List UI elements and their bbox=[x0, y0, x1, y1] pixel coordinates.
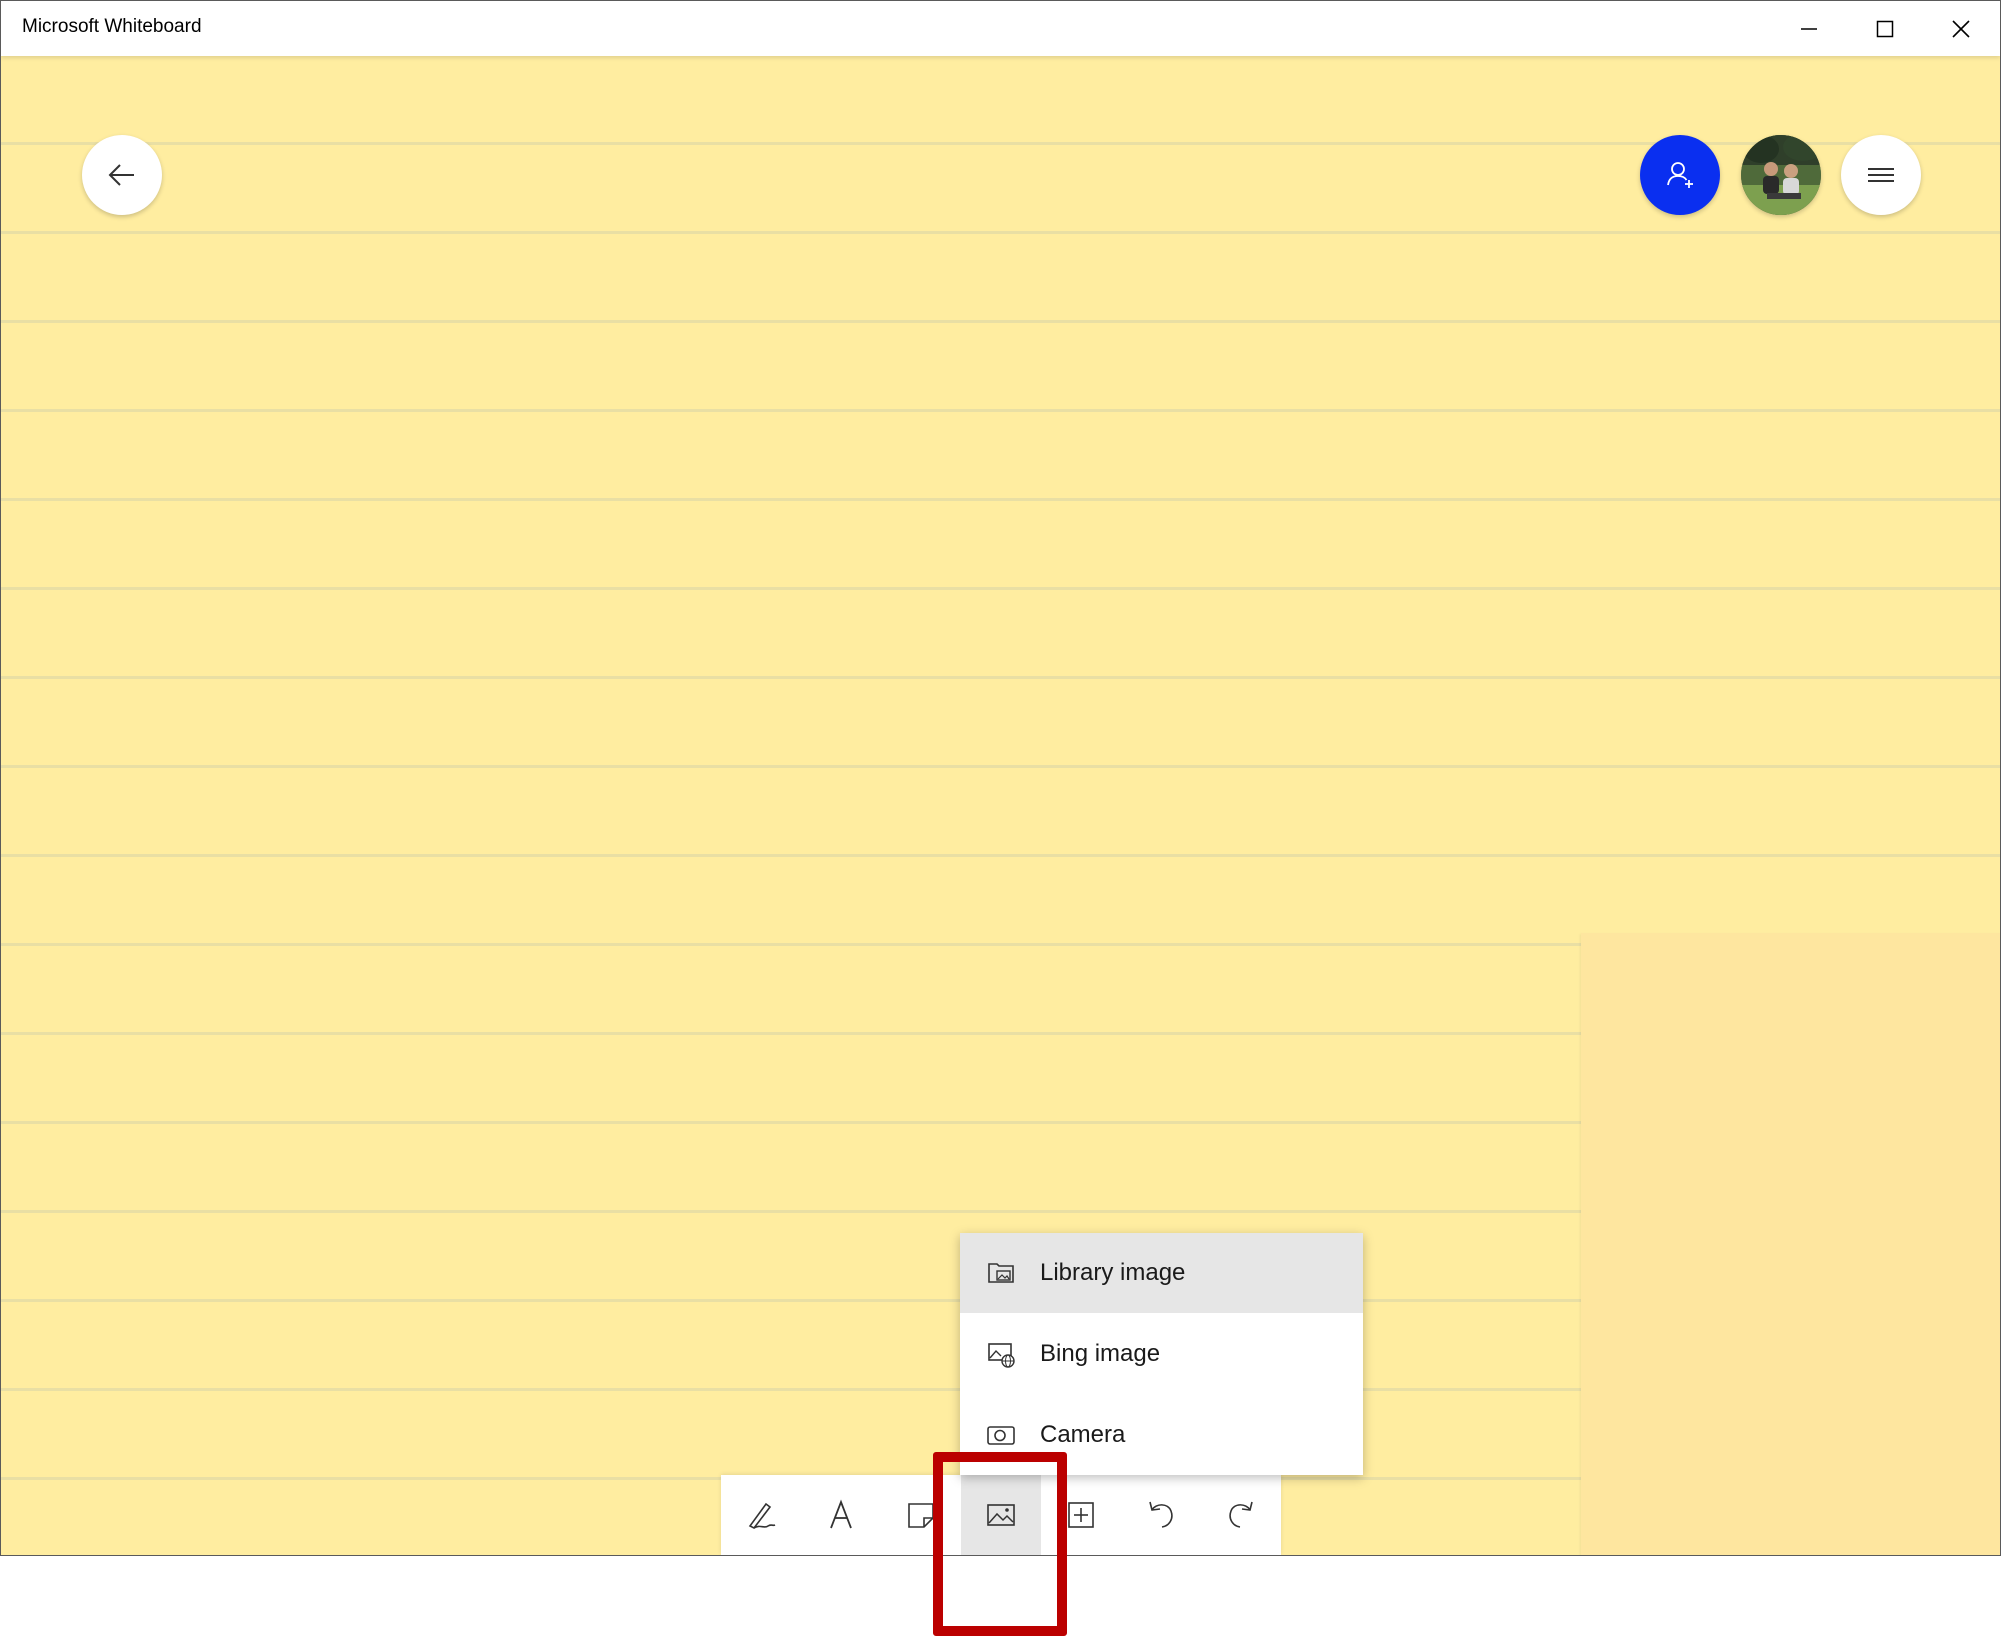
text-icon bbox=[830, 1499, 852, 1529]
title-bar: Microsoft Whiteboard bbox=[1, 1, 2000, 56]
menu-item-label: Library image bbox=[1040, 1259, 1186, 1286]
note-icon bbox=[908, 1503, 934, 1528]
minimize-icon bbox=[1801, 27, 1817, 30]
text-tool-button[interactable] bbox=[801, 1475, 881, 1555]
plus-box-icon bbox=[1068, 1502, 1094, 1528]
pen-tool-button[interactable] bbox=[721, 1475, 801, 1555]
redo-icon bbox=[1229, 1501, 1253, 1528]
minimize-button[interactable] bbox=[1771, 1, 1847, 56]
bing-image-icon bbox=[985, 1338, 1017, 1370]
menu-item-label: Bing image bbox=[1040, 1340, 1161, 1367]
close-button[interactable] bbox=[1923, 1, 1999, 56]
arrow-left-icon bbox=[108, 164, 134, 186]
person-add-icon bbox=[1667, 162, 1693, 188]
avatar[interactable] bbox=[1741, 135, 1821, 215]
pen-icon bbox=[748, 1502, 776, 1530]
menu-item-camera[interactable]: Camera bbox=[960, 1395, 1363, 1475]
library-image-icon bbox=[985, 1257, 1017, 1289]
maximize-button[interactable] bbox=[1847, 1, 1923, 56]
settings-menu-button[interactable] bbox=[1841, 135, 1921, 215]
camera-icon bbox=[985, 1419, 1017, 1451]
back-button[interactable] bbox=[82, 135, 162, 215]
menu-item-bing-image[interactable]: Bing image bbox=[960, 1314, 1363, 1394]
maximize-icon bbox=[1876, 20, 1894, 37]
menu-item-label: Camera bbox=[1040, 1421, 1126, 1448]
close-icon bbox=[1952, 19, 1970, 38]
bottom-toolbar bbox=[721, 1475, 1281, 1555]
window-title: Microsoft Whiteboard bbox=[22, 16, 202, 37]
undo-button[interactable] bbox=[1121, 1475, 1201, 1555]
invite-button[interactable] bbox=[1640, 135, 1720, 215]
note-tool-button[interactable] bbox=[881, 1475, 961, 1555]
sticky-note[interactable] bbox=[1581, 933, 2000, 1555]
app-window: Microsoft Whiteboard Library image Bing … bbox=[0, 0, 2001, 1556]
insert-tool-button[interactable] bbox=[1041, 1475, 1121, 1555]
hamburger-icon bbox=[1868, 168, 1894, 182]
image-icon bbox=[987, 1504, 1015, 1526]
user-photo-icon bbox=[1741, 135, 1821, 215]
insert-image-menu: Library image Bing image Camera bbox=[960, 1233, 1363, 1475]
redo-button[interactable] bbox=[1201, 1475, 1281, 1555]
menu-item-library-image[interactable]: Library image bbox=[960, 1233, 1363, 1313]
image-tool-button[interactable] bbox=[961, 1475, 1041, 1555]
undo-icon bbox=[1149, 1501, 1173, 1528]
